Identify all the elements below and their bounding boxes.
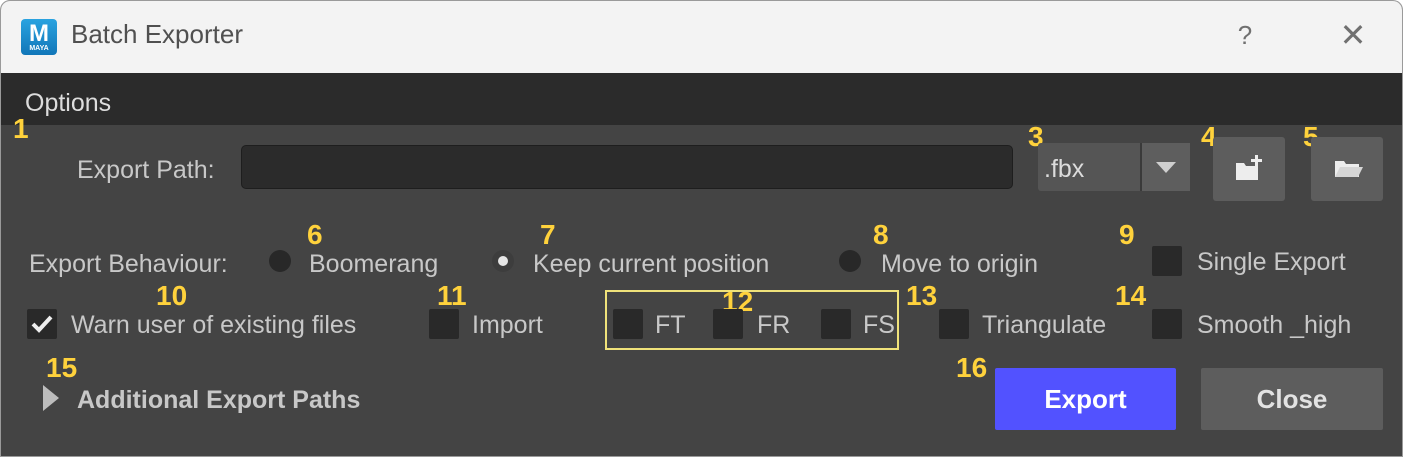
fr-checkbox[interactable] [713,309,743,339]
ft-checkbox[interactable] [613,309,643,339]
format-select-value: .fbx [1044,155,1085,183]
marker-15: 15 [46,352,78,383]
highlight-box [605,290,899,350]
export-path-input[interactable] [241,145,1013,189]
marker-8: 8 [873,219,889,250]
marker-11: 11 [437,280,467,311]
app-icon-sub: MAYA [29,45,49,52]
new-folder-icon [1236,155,1262,180]
export-path-label: Export Path: [77,156,215,184]
marker-6: 6 [307,219,323,250]
warn-existing-label: Warn user of existing files [71,311,357,339]
radio-keep-current-position-label: Keep current position [533,250,770,278]
marker-7: 7 [540,219,556,250]
marker-9: 9 [1119,219,1135,250]
batch-exporter-window: M MAYA Batch Exporter ? ✕ Options 1 2 3 … [0,0,1403,457]
single-export-checkbox[interactable] [1152,246,1182,276]
chevron-down-icon [1156,162,1176,173]
radio-boomerang-label: Boomerang [309,250,439,278]
import-label: Import [472,311,543,339]
additional-export-paths-toggle[interactable]: Additional Export Paths [77,386,360,415]
marker-1: 1 [13,113,29,144]
open-folder-icon [1335,161,1363,177]
triangulate-label: Triangulate [982,311,1107,339]
app-icon-letter: M [29,20,49,47]
menu-options[interactable]: Options [25,89,111,118]
marker-16: 16 [956,352,988,383]
maya-app-icon: M MAYA [21,19,57,55]
fs-checkbox[interactable] [821,309,851,339]
triangulate-checkbox[interactable] [939,309,969,339]
fs-label: FS [863,311,895,339]
smooth-high-label: Smooth _high [1197,311,1352,339]
radio-keep-current-position[interactable] [492,250,514,272]
marker-10: 10 [156,280,188,311]
expand-arrow-icon[interactable] [43,385,59,411]
radio-boomerang[interactable] [269,250,291,272]
format-select[interactable]: .fbx [1038,143,1190,191]
format-dropdown-button[interactable] [1140,143,1190,191]
warn-existing-checkbox[interactable] [27,309,57,339]
export-button[interactable]: Export [995,368,1176,430]
marker-14: 14 [1115,280,1147,311]
menu-bar: Options [1,73,1402,125]
close-button[interactable]: Close [1201,368,1383,430]
new-folder-button[interactable] [1213,137,1285,201]
radio-move-to-origin-label: Move to origin [881,250,1039,278]
window-title: Batch Exporter [71,19,243,49]
radio-move-to-origin[interactable] [839,250,861,272]
checkmark-icon [31,315,53,333]
fr-label: FR [757,311,791,339]
close-window-icon[interactable]: ✕ [1333,15,1373,55]
export-behaviour-label: Export Behaviour: [29,250,228,278]
browse-folder-button[interactable] [1311,137,1383,201]
title-bar: M MAYA Batch Exporter ? ✕ [1,1,1402,73]
single-export-label: Single Export [1197,248,1346,276]
ft-label: FT [655,311,686,339]
marker-13: 13 [906,280,938,311]
smooth-high-checkbox[interactable] [1152,309,1182,339]
help-button[interactable]: ? [1225,15,1265,55]
import-checkbox[interactable] [429,309,459,339]
